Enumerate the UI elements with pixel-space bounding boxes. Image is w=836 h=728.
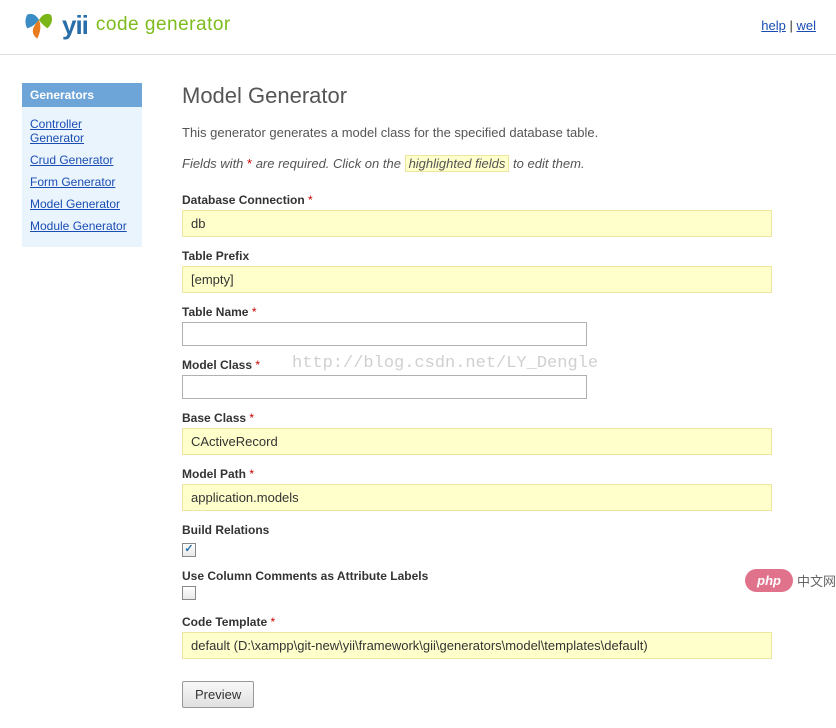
label-code-template: Code Template *: [182, 615, 782, 629]
sidebar-body: Controller Generator Crud Generator Form…: [22, 107, 142, 247]
sidebar-item-form[interactable]: Form Generator: [30, 171, 134, 193]
php-pill: php: [745, 569, 793, 592]
row-base-class: Base Class * CActiveRecord: [182, 411, 782, 455]
sidebar-item-controller[interactable]: Controller Generator: [30, 113, 134, 149]
row-table-prefix: Table Prefix [empty]: [182, 249, 782, 293]
row-table-name: Table Name *: [182, 305, 782, 346]
sidebar-item-model[interactable]: Model Generator: [30, 193, 134, 215]
label-table-prefix: Table Prefix: [182, 249, 782, 263]
main-container: Generators Controller Generator Crud Gen…: [0, 55, 836, 728]
row-db-connection: Database Connection * db: [182, 193, 782, 237]
sidebar-title: Generators: [22, 83, 142, 107]
field-base-class[interactable]: CActiveRecord: [182, 428, 772, 455]
help-link[interactable]: help: [761, 18, 786, 33]
preview-button[interactable]: Preview: [182, 681, 254, 708]
checkbox-column-comments[interactable]: [182, 586, 196, 600]
field-model-path[interactable]: application.models: [182, 484, 772, 511]
field-table-prefix[interactable]: [empty]: [182, 266, 772, 293]
row-code-template: Code Template * default (D:\xampp\git-ne…: [182, 615, 782, 659]
input-table-name[interactable]: [182, 322, 587, 346]
yii-logo-icon: [22, 8, 56, 42]
label-table-name: Table Name *: [182, 305, 782, 319]
header-sep: |: [786, 18, 797, 33]
brand-yii: yii: [62, 10, 88, 41]
header-links: help | wel: [761, 18, 816, 33]
main-content: Model Generator This generator generates…: [182, 83, 782, 708]
field-db-connection[interactable]: db: [182, 210, 772, 237]
sidebar: Generators Controller Generator Crud Gen…: [22, 83, 142, 708]
logo-block: yii code generator: [22, 8, 231, 42]
checkbox-build-relations[interactable]: [182, 543, 196, 557]
welcome-link[interactable]: wel: [796, 18, 816, 33]
page-description: This generator generates a model class f…: [182, 125, 782, 140]
label-model-class: Model Class *: [182, 358, 782, 372]
page-hint: Fields with * are required. Click on the…: [182, 156, 782, 171]
row-model-path: Model Path * application.models: [182, 467, 782, 511]
php-cn-badge: php 中文网: [745, 569, 836, 592]
row-column-comments: Use Column Comments as Attribute Labels: [182, 569, 782, 603]
row-model-class: Model Class * http://blog.csdn.net/LY_De…: [182, 358, 782, 399]
page-title: Model Generator: [182, 83, 782, 109]
label-base-class: Base Class *: [182, 411, 782, 425]
label-db-connection: Database Connection *: [182, 193, 782, 207]
sidebar-item-module[interactable]: Module Generator: [30, 215, 134, 237]
php-cn-text: 中文网: [797, 571, 836, 590]
label-model-path: Model Path *: [182, 467, 782, 481]
page-header: yii code generator help | wel: [0, 0, 836, 55]
sidebar-item-crud[interactable]: Crud Generator: [30, 149, 134, 171]
brand-code-generator: code generator: [96, 14, 231, 36]
label-column-comments: Use Column Comments as Attribute Labels: [182, 569, 782, 583]
label-build-relations: Build Relations: [182, 523, 782, 537]
input-model-class[interactable]: [182, 375, 587, 399]
field-code-template[interactable]: default (D:\xampp\git-new\yii\framework\…: [182, 632, 772, 659]
row-build-relations: Build Relations: [182, 523, 782, 557]
